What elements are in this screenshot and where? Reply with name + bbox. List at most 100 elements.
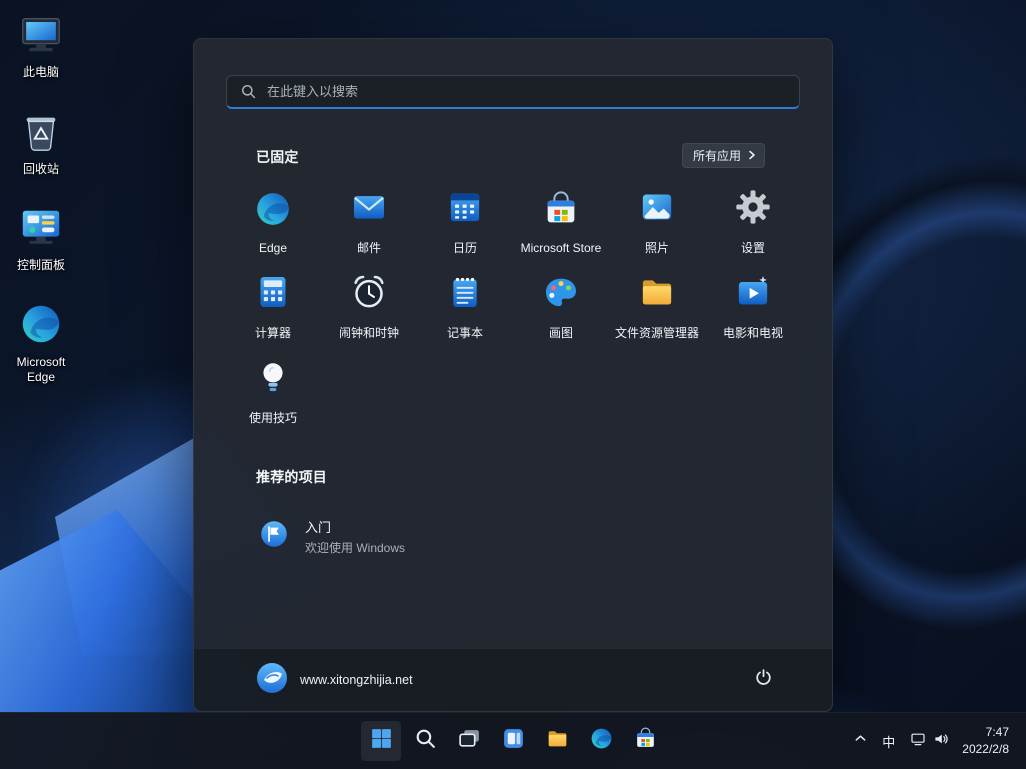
user-name: www.xitongzhijia.net (300, 673, 413, 687)
system-icons-button[interactable] (903, 721, 956, 761)
control-panel-icon (18, 204, 64, 255)
widgets-icon (501, 726, 526, 756)
taskbar: 中 7:47 2022/2/8 (0, 712, 1026, 769)
ime-indicator[interactable]: 中 (875, 721, 902, 761)
volume-icon (933, 731, 949, 752)
movies-tv-icon (733, 272, 773, 317)
user-profile-button[interactable]: www.xitongzhijia.net (248, 658, 421, 703)
chevron-right-icon (747, 149, 757, 163)
app-tile-paint[interactable]: 画图 (513, 264, 609, 349)
app-tile-edge[interactable]: Edge (225, 179, 321, 264)
windows-start-icon (369, 726, 394, 756)
recycle-bin-icon (18, 108, 64, 159)
recommended-item-text: 入门 欢迎使用 Windows (305, 517, 405, 556)
desktop-icon-label: 控制面板 (17, 258, 65, 274)
power-icon (753, 667, 774, 693)
tips-bulb-icon (253, 357, 293, 402)
app-tile-label: 计算器 (255, 324, 291, 341)
desktop-icon-this-pc[interactable]: 此电脑 (2, 8, 80, 84)
recommended-item-title: 入门 (305, 517, 405, 536)
edge-icon (18, 301, 64, 352)
widgets-button[interactable] (493, 721, 533, 761)
all-apps-label: 所有应用 (693, 147, 741, 164)
app-tile-notepad[interactable]: 记事本 (417, 264, 513, 349)
settings-gear-icon (733, 187, 773, 232)
recommended-section-header: 推荐的项目 (256, 467, 327, 487)
system-tray: 中 7:47 2022/2/8 (847, 713, 1026, 769)
desktop-icon-control-panel[interactable]: 控制面板 (2, 201, 80, 277)
desktop-icon-recycle-bin[interactable]: 回收站 (2, 105, 80, 181)
clock[interactable]: 7:47 2022/2/8 (957, 724, 1014, 758)
app-tile-label: 闹钟和时钟 (339, 324, 399, 341)
notepad-icon (445, 272, 485, 317)
recommended-item-subtitle: 欢迎使用 Windows (305, 539, 405, 556)
search-icon (240, 83, 257, 100)
search-icon (413, 726, 438, 756)
network-icon (910, 731, 926, 752)
desktop-icon-label: Microsoft Edge (4, 355, 78, 386)
taskbar-center-buttons (361, 713, 665, 769)
store-button[interactable] (625, 721, 665, 761)
pinned-section-header: 已固定 (256, 147, 299, 167)
app-tile-mail[interactable]: 邮件 (321, 179, 417, 264)
all-apps-button[interactable]: 所有应用 (682, 143, 765, 168)
app-tile-label: 文件资源管理器 (615, 324, 699, 341)
edge-icon (253, 189, 293, 234)
desktop-icon-label: 此电脑 (23, 65, 59, 81)
folder-icon (545, 726, 570, 756)
calendar-icon (445, 187, 485, 232)
search-input[interactable] (226, 75, 800, 109)
app-tile-movies-tv[interactable]: 电影和电视 (705, 264, 801, 349)
start-menu-footer: www.xitongzhijia.net (194, 648, 832, 711)
task-view-button[interactable] (449, 721, 489, 761)
app-tile-label: Edge (259, 241, 287, 255)
file-explorer-button[interactable] (537, 721, 577, 761)
clock-date: 2022/2/8 (962, 741, 1009, 758)
calculator-icon (253, 272, 293, 317)
chevron-up-icon (853, 731, 868, 751)
store-icon (633, 726, 658, 756)
photos-icon (637, 187, 677, 232)
app-tile-label: 设置 (741, 239, 765, 256)
paint-palette-icon (541, 272, 581, 317)
desktop-icon-edge[interactable]: Microsoft Edge (2, 298, 80, 389)
app-tile-alarms[interactable]: 闹钟和时钟 (321, 264, 417, 349)
app-tile-label: 日历 (453, 239, 477, 256)
pinned-apps-grid: Edge 邮件 日历 Microsoft Store 照片 设置 (225, 179, 803, 434)
app-tile-calculator[interactable]: 计算器 (225, 264, 321, 349)
windows-desktop: 此电脑 回收站 控制面板 Microsoft Edge (0, 0, 1026, 769)
edge-icon (589, 726, 614, 756)
get-started-icon (257, 517, 291, 556)
file-explorer-icon (637, 272, 677, 317)
start-menu: 已固定 所有应用 Edge 邮件 日历 Microsoft Sto (193, 38, 833, 712)
desktop-icons: 此电脑 回收站 控制面板 Microsoft Edge (2, 8, 80, 389)
app-tile-label: Microsoft Store (521, 241, 602, 255)
start-button[interactable] (361, 721, 401, 761)
task-view-icon (457, 726, 482, 756)
app-tile-photos[interactable]: 照片 (609, 179, 705, 264)
app-tile-label: 照片 (645, 239, 669, 256)
app-tile-label: 使用技巧 (249, 409, 297, 426)
clock-time: 7:47 (962, 724, 1009, 741)
edge-button[interactable] (581, 721, 621, 761)
app-tile-label: 记事本 (447, 324, 483, 341)
app-tile-label: 电影和电视 (723, 324, 783, 341)
app-tile-tips[interactable]: 使用技巧 (225, 349, 321, 434)
app-tile-label: 邮件 (357, 239, 381, 256)
app-tile-calendar[interactable]: 日历 (417, 179, 513, 264)
start-search (226, 75, 800, 109)
app-tile-settings[interactable]: 设置 (705, 179, 801, 264)
hidden-icons-button[interactable] (847, 721, 874, 761)
taskbar-search-button[interactable] (405, 721, 445, 761)
this-pc-icon (18, 11, 64, 62)
app-tile-label: 画图 (549, 324, 573, 341)
app-tile-file-explorer[interactable]: 文件资源管理器 (609, 264, 705, 349)
desktop-icon-label: 回收站 (23, 162, 59, 178)
power-button[interactable] (744, 661, 782, 699)
user-avatar (256, 662, 288, 699)
alarm-clock-icon (349, 272, 389, 317)
store-icon (541, 189, 581, 234)
mail-icon (349, 187, 389, 232)
app-tile-store[interactable]: Microsoft Store (513, 179, 609, 264)
recommended-item-get-started[interactable]: 入门 欢迎使用 Windows (248, 507, 508, 565)
